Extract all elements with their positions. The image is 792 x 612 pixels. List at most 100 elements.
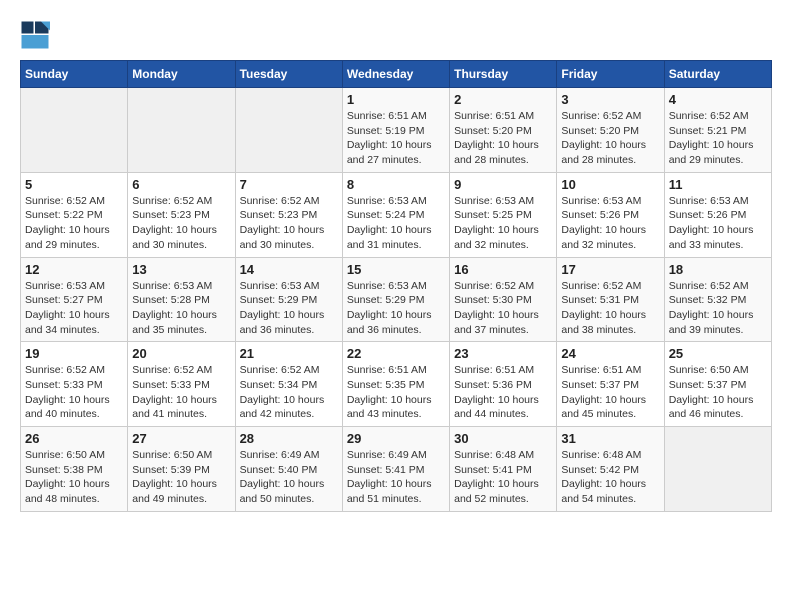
sunset-text: Sunset: 5:20 PM <box>561 124 659 139</box>
calendar-cell: 12 Sunrise: 6:53 AM Sunset: 5:27 PM Dayl… <box>21 257 128 342</box>
day-info: Sunrise: 6:51 AM Sunset: 5:37 PM Dayligh… <box>561 363 659 422</box>
sunset-text: Sunset: 5:36 PM <box>454 378 552 393</box>
daylight-text: Daylight: 10 hours and 39 minutes. <box>669 308 767 337</box>
day-info: Sunrise: 6:51 AM Sunset: 5:36 PM Dayligh… <box>454 363 552 422</box>
daylight-text: Daylight: 10 hours and 32 minutes. <box>454 223 552 252</box>
day-number: 10 <box>561 177 659 192</box>
day-number: 22 <box>347 346 445 361</box>
sunrise-text: Sunrise: 6:53 AM <box>25 279 123 294</box>
daylight-text: Daylight: 10 hours and 32 minutes. <box>561 223 659 252</box>
sunrise-text: Sunrise: 6:52 AM <box>669 109 767 124</box>
daylight-text: Daylight: 10 hours and 54 minutes. <box>561 477 659 506</box>
sunset-text: Sunset: 5:35 PM <box>347 378 445 393</box>
day-info: Sunrise: 6:53 AM Sunset: 5:25 PM Dayligh… <box>454 194 552 253</box>
day-number: 29 <box>347 431 445 446</box>
sunrise-text: Sunrise: 6:52 AM <box>132 363 230 378</box>
day-number: 31 <box>561 431 659 446</box>
calendar-cell: 29 Sunrise: 6:49 AM Sunset: 5:41 PM Dayl… <box>342 427 449 512</box>
day-number: 26 <box>25 431 123 446</box>
day-number: 4 <box>669 92 767 107</box>
day-info: Sunrise: 6:53 AM Sunset: 5:28 PM Dayligh… <box>132 279 230 338</box>
sunset-text: Sunset: 5:33 PM <box>25 378 123 393</box>
sunset-text: Sunset: 5:38 PM <box>25 463 123 478</box>
daylight-text: Daylight: 10 hours and 29 minutes. <box>669 138 767 167</box>
day-info: Sunrise: 6:51 AM Sunset: 5:35 PM Dayligh… <box>347 363 445 422</box>
calendar-cell: 23 Sunrise: 6:51 AM Sunset: 5:36 PM Dayl… <box>450 342 557 427</box>
weekday-header-friday: Friday <box>557 61 664 88</box>
logo <box>20 20 54 50</box>
day-info: Sunrise: 6:52 AM Sunset: 5:31 PM Dayligh… <box>561 279 659 338</box>
sunrise-text: Sunrise: 6:49 AM <box>347 448 445 463</box>
day-number: 7 <box>240 177 338 192</box>
sunrise-text: Sunrise: 6:51 AM <box>347 109 445 124</box>
day-number: 30 <box>454 431 552 446</box>
weekday-header-wednesday: Wednesday <box>342 61 449 88</box>
sunset-text: Sunset: 5:28 PM <box>132 293 230 308</box>
calendar-cell: 7 Sunrise: 6:52 AM Sunset: 5:23 PM Dayli… <box>235 172 342 257</box>
calendar-cell <box>664 427 771 512</box>
daylight-text: Daylight: 10 hours and 28 minutes. <box>561 138 659 167</box>
calendar-week-row: 5 Sunrise: 6:52 AM Sunset: 5:22 PM Dayli… <box>21 172 772 257</box>
weekday-header-sunday: Sunday <box>21 61 128 88</box>
sunrise-text: Sunrise: 6:52 AM <box>240 194 338 209</box>
day-info: Sunrise: 6:52 AM Sunset: 5:30 PM Dayligh… <box>454 279 552 338</box>
calendar-cell: 31 Sunrise: 6:48 AM Sunset: 5:42 PM Dayl… <box>557 427 664 512</box>
calendar-cell: 26 Sunrise: 6:50 AM Sunset: 5:38 PM Dayl… <box>21 427 128 512</box>
calendar-cell: 17 Sunrise: 6:52 AM Sunset: 5:31 PM Dayl… <box>557 257 664 342</box>
sunrise-text: Sunrise: 6:53 AM <box>561 194 659 209</box>
calendar-cell: 27 Sunrise: 6:50 AM Sunset: 5:39 PM Dayl… <box>128 427 235 512</box>
sunset-text: Sunset: 5:20 PM <box>454 124 552 139</box>
sunset-text: Sunset: 5:21 PM <box>669 124 767 139</box>
calendar-body: 1 Sunrise: 6:51 AM Sunset: 5:19 PM Dayli… <box>21 88 772 512</box>
sunrise-text: Sunrise: 6:51 AM <box>454 363 552 378</box>
calendar-cell: 8 Sunrise: 6:53 AM Sunset: 5:24 PM Dayli… <box>342 172 449 257</box>
sunrise-text: Sunrise: 6:53 AM <box>347 279 445 294</box>
sunrise-text: Sunrise: 6:53 AM <box>347 194 445 209</box>
calendar-cell: 22 Sunrise: 6:51 AM Sunset: 5:35 PM Dayl… <box>342 342 449 427</box>
day-info: Sunrise: 6:50 AM Sunset: 5:38 PM Dayligh… <box>25 448 123 507</box>
daylight-text: Daylight: 10 hours and 31 minutes. <box>347 223 445 252</box>
calendar-cell: 25 Sunrise: 6:50 AM Sunset: 5:37 PM Dayl… <box>664 342 771 427</box>
calendar-cell <box>21 88 128 173</box>
day-number: 24 <box>561 346 659 361</box>
day-number: 19 <box>25 346 123 361</box>
sunrise-text: Sunrise: 6:53 AM <box>240 279 338 294</box>
day-info: Sunrise: 6:49 AM Sunset: 5:40 PM Dayligh… <box>240 448 338 507</box>
daylight-text: Daylight: 10 hours and 49 minutes. <box>132 477 230 506</box>
calendar-cell <box>235 88 342 173</box>
sunset-text: Sunset: 5:23 PM <box>132 208 230 223</box>
calendar-table: SundayMondayTuesdayWednesdayThursdayFrid… <box>20 60 772 512</box>
daylight-text: Daylight: 10 hours and 35 minutes. <box>132 308 230 337</box>
day-number: 28 <box>240 431 338 446</box>
day-info: Sunrise: 6:53 AM Sunset: 5:27 PM Dayligh… <box>25 279 123 338</box>
sunset-text: Sunset: 5:37 PM <box>669 378 767 393</box>
weekday-header-thursday: Thursday <box>450 61 557 88</box>
day-number: 14 <box>240 262 338 277</box>
calendar-cell: 14 Sunrise: 6:53 AM Sunset: 5:29 PM Dayl… <box>235 257 342 342</box>
sunrise-text: Sunrise: 6:52 AM <box>669 279 767 294</box>
sunrise-text: Sunrise: 6:52 AM <box>132 194 230 209</box>
day-info: Sunrise: 6:53 AM Sunset: 5:26 PM Dayligh… <box>669 194 767 253</box>
sunrise-text: Sunrise: 6:52 AM <box>454 279 552 294</box>
day-number: 5 <box>25 177 123 192</box>
day-info: Sunrise: 6:51 AM Sunset: 5:20 PM Dayligh… <box>454 109 552 168</box>
calendar-cell: 13 Sunrise: 6:53 AM Sunset: 5:28 PM Dayl… <box>128 257 235 342</box>
day-info: Sunrise: 6:50 AM Sunset: 5:37 PM Dayligh… <box>669 363 767 422</box>
daylight-text: Daylight: 10 hours and 37 minutes. <box>454 308 552 337</box>
calendar-cell: 28 Sunrise: 6:49 AM Sunset: 5:40 PM Dayl… <box>235 427 342 512</box>
calendar-cell: 9 Sunrise: 6:53 AM Sunset: 5:25 PM Dayli… <box>450 172 557 257</box>
sunrise-text: Sunrise: 6:52 AM <box>25 363 123 378</box>
page-header <box>20 20 772 50</box>
day-info: Sunrise: 6:52 AM Sunset: 5:23 PM Dayligh… <box>132 194 230 253</box>
day-info: Sunrise: 6:53 AM Sunset: 5:29 PM Dayligh… <box>240 279 338 338</box>
day-number: 23 <box>454 346 552 361</box>
sunrise-text: Sunrise: 6:52 AM <box>561 109 659 124</box>
day-number: 1 <box>347 92 445 107</box>
daylight-text: Daylight: 10 hours and 42 minutes. <box>240 393 338 422</box>
calendar-cell: 11 Sunrise: 6:53 AM Sunset: 5:26 PM Dayl… <box>664 172 771 257</box>
day-number: 12 <box>25 262 123 277</box>
day-number: 2 <box>454 92 552 107</box>
sunset-text: Sunset: 5:41 PM <box>347 463 445 478</box>
sunrise-text: Sunrise: 6:51 AM <box>454 109 552 124</box>
daylight-text: Daylight: 10 hours and 38 minutes. <box>561 308 659 337</box>
